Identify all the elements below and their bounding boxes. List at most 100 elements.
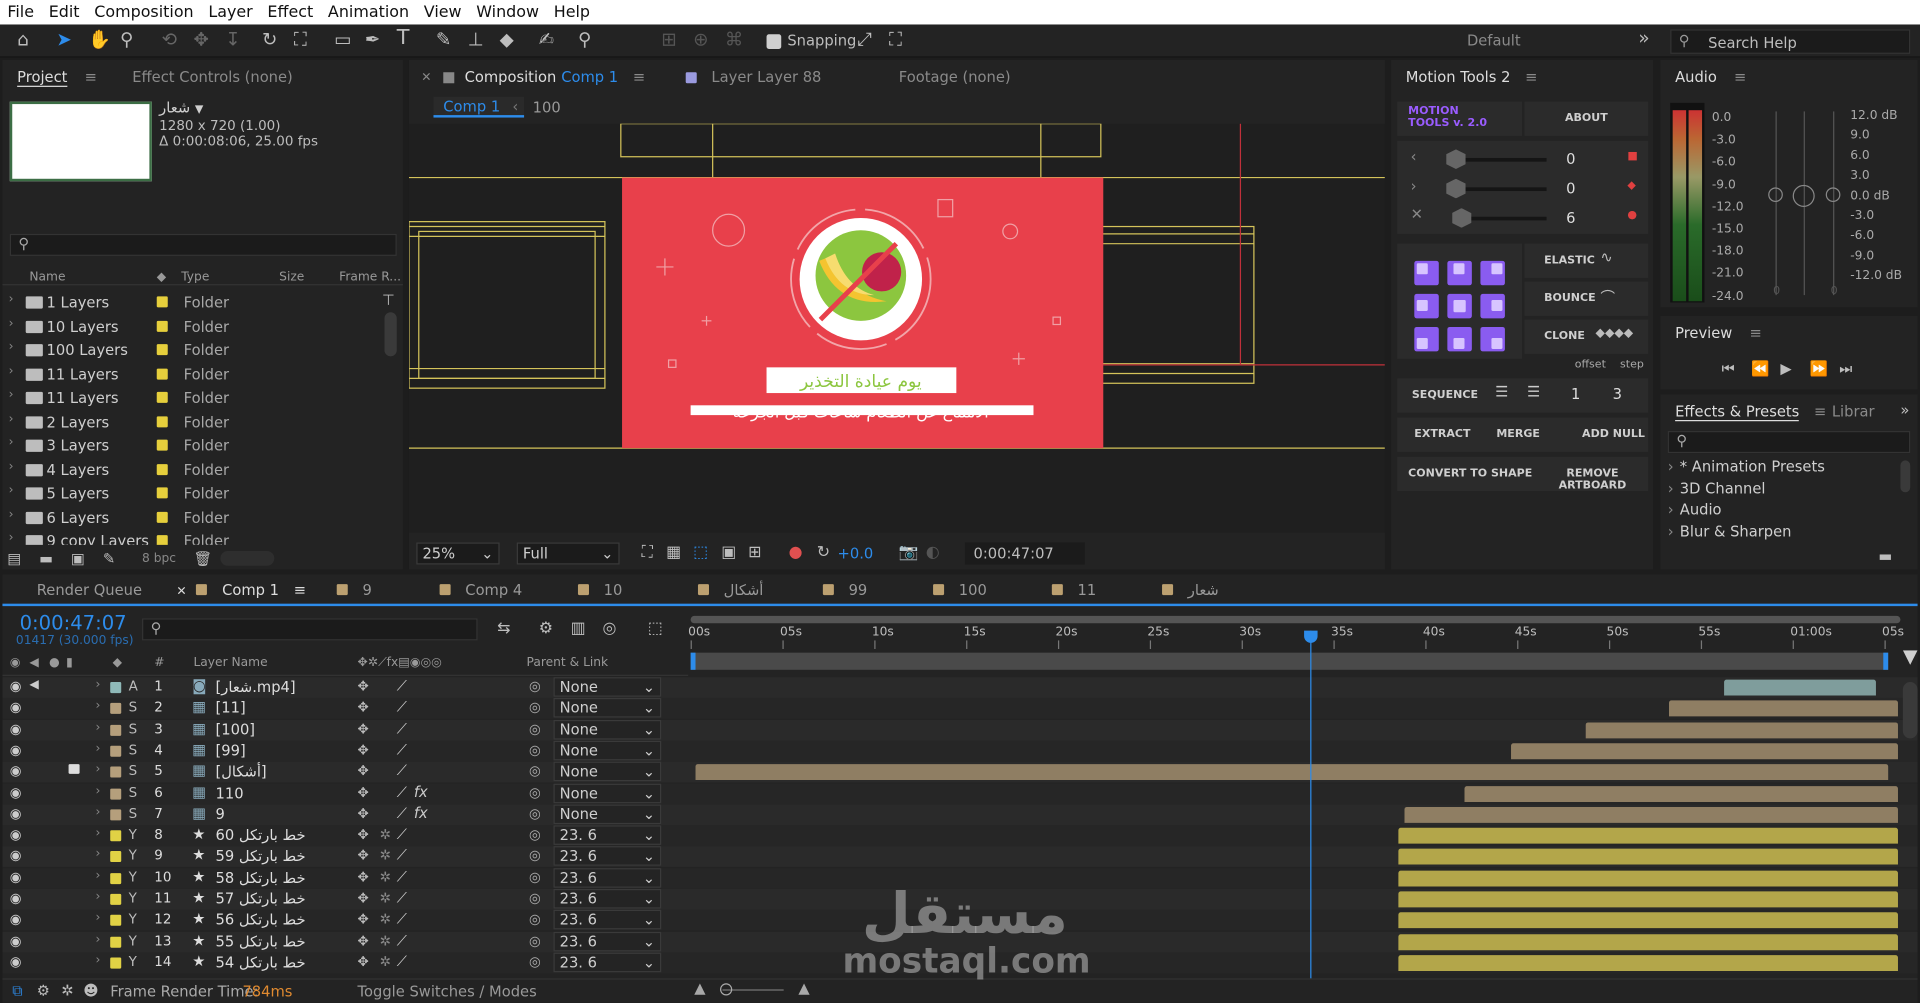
col-parent-link[interactable]: Parent & Link (527, 656, 609, 669)
collapse-switch-icon[interactable]: ✥ (358, 827, 369, 843)
ease-slider-knob[interactable] (1446, 149, 1466, 169)
anchor-point-button[interactable] (1414, 326, 1439, 352)
chevron-right-icon[interactable]: › (9, 508, 14, 521)
time-ruler[interactable]: 00s 05s 10s 15s 20s 25s 30s 35s 40s 45s 50s 55s 01:0… (688, 611, 1904, 684)
quality-switch-icon[interactable]: ✲ (380, 954, 391, 970)
snapshot-icon[interactable]: 📷 (899, 544, 919, 564)
ease-slider-knob[interactable] (1451, 208, 1472, 228)
viewer-timecode[interactable]: 0:00:47:07 (964, 542, 1085, 565)
quality-line-icon[interactable]: ⟋ (397, 741, 407, 759)
chevron-right-icon[interactable]: › (9, 340, 14, 353)
table-row[interactable]: ◉ ◀ › A 1 ◙ [شعار.mp4] ✥ ⟋ ◎ None ⌄ (2, 677, 1918, 698)
list-item[interactable]: › 5 Layers Folder (2, 481, 384, 505)
table-row[interactable]: ◉ › Y 9 ★ خط بارتكل 59 ✥ ✲ ⟋ ◎ 23. 6 ⌄ (2, 846, 1918, 868)
selection-tool-icon[interactable]: ➤ (56, 29, 71, 49)
chevron-right-icon[interactable]: › (9, 531, 14, 544)
chevron-right-icon[interactable]: › (96, 890, 101, 903)
lock-icon[interactable] (68, 764, 80, 775)
table-row[interactable]: ◉ › Y 14 ★ خط بارتكل 54 ✥ ✲ ⟋ ◎ 23. 6 ⌄ (2, 952, 1918, 974)
interpret-footage-icon[interactable]: ▤ (7, 549, 21, 569)
pickwhip-icon[interactable]: ◎ (529, 827, 541, 843)
zoom-in-icon[interactable]: ▲ (798, 980, 809, 997)
viewer-canvas[interactable]: يوم عيادة التخذير الامتناع عن الطعام ساع… (408, 123, 1385, 533)
table-row[interactable]: ◉ › S 7 ▦ 9 ✥ ⟋ fx ◎ None ⌄ (2, 804, 1918, 826)
render-time-icon[interactable]: ⧉ (12, 981, 23, 1001)
table-row[interactable]: ◉ › S 6 ▦ 110 ✥ ⟋ fx ◎ None ⌄ (2, 783, 1918, 804)
label-color[interactable] (156, 296, 168, 308)
transparency-grid-icon[interactable]: ▦ (666, 544, 681, 564)
draft-3d-icon[interactable]: ⚙ (539, 620, 553, 640)
tab-10[interactable]: 10 (577, 582, 622, 604)
layer-duration-bar[interactable] (1398, 912, 1898, 929)
snap-feature-icon[interactable]: ⛶ (889, 29, 902, 49)
list-item[interactable]: › 3 Layers Folder (2, 433, 384, 457)
orbit-camera-icon[interactable]: ⟲ (162, 29, 177, 49)
layer-duration-bar[interactable] (1398, 891, 1898, 908)
eye-icon[interactable]: ◉ (10, 848, 22, 864)
project-scrollbar[interactable] (384, 312, 397, 357)
parent-dropdown[interactable]: 23. 6 ⌄ (553, 825, 662, 846)
home-icon[interactable]: ⌂ (17, 29, 29, 49)
in-out-icon[interactable]: ☻ (83, 981, 98, 1001)
label-color[interactable] (110, 851, 122, 863)
panel-menu-icon[interactable]: ≡ (1749, 324, 1761, 341)
grid-guides-icon[interactable]: ⊞ (748, 544, 761, 564)
search-help-field[interactable]: ⚲ Search Help (1670, 29, 1911, 54)
list-item[interactable]: › 100 Layers Folder (2, 338, 384, 362)
quality-line-icon[interactable]: ⟋ (397, 677, 407, 695)
tab-render-queue[interactable]: Render Queue (37, 582, 142, 604)
extract-button[interactable]: EXTRACT (1414, 429, 1470, 441)
effects-category[interactable]: › Blur & Sharpen (1668, 522, 1792, 539)
dolly-camera-icon[interactable]: ↧ (225, 29, 240, 49)
table-row[interactable]: ◉ › Y 12 ★ خط بارتكل 56 ✥ ✲ ⟋ ◎ 23. 6 ⌄ (2, 910, 1918, 931)
fast-preview-icon[interactable]: ⛶ (642, 544, 653, 564)
sequence-button[interactable]: SEQUENCE (1412, 389, 1478, 401)
project-search-input[interactable]: ⚲ (9, 233, 397, 256)
anchor-point-button[interactable] (1480, 326, 1505, 352)
eye-icon[interactable]: ◉ (10, 890, 22, 906)
panel-menu-icon[interactable]: ≡ (1525, 69, 1537, 86)
eye-icon[interactable]: ◉ (10, 742, 22, 758)
table-row[interactable]: ◉ › S 5 ▦ [أشكال] ✥ ⟋ ◎ None ⌄ (2, 761, 1918, 783)
tab-layer[interactable]: Layer Layer 88 (685, 60, 821, 94)
trash-icon[interactable]: 🗑 (193, 549, 212, 569)
speaker-icon[interactable]: ◀ (29, 678, 38, 691)
quality-line-icon[interactable]: ⟋ (397, 720, 407, 738)
switches-icons[interactable]: ✥✲⟋fx▤◉◎◎ (358, 656, 442, 669)
panel-menu-icon[interactable]: ≡ (1734, 69, 1746, 86)
panel-menu-icon[interactable]: ≡ (85, 69, 97, 86)
label-color[interactable] (156, 487, 168, 499)
layer-duration-bar[interactable] (1404, 806, 1898, 823)
ease-slider-track[interactable] (1453, 187, 1547, 192)
new-preset-icon[interactable]: ▬ (1878, 546, 1892, 566)
layer-duration-bar[interactable] (1398, 870, 1898, 887)
collapse-switch-icon[interactable]: ✥ (358, 742, 369, 758)
label-color[interactable] (110, 915, 122, 927)
chevron-right-icon[interactable]: › (96, 933, 101, 946)
label-color[interactable] (110, 830, 122, 842)
layer-name[interactable]: خط بارتكل 56 (216, 911, 306, 928)
collapse-switch-icon[interactable]: ✥ (358, 954, 369, 970)
pickwhip-icon[interactable]: ◎ (529, 890, 541, 906)
lock-icon[interactable] (443, 71, 455, 83)
chevron-right-icon[interactable]: › (96, 700, 101, 713)
anchor-point-button[interactable] (1414, 293, 1439, 319)
layer-duration-bar[interactable] (1398, 933, 1898, 950)
tab-composition[interactable]: ✕ Composition Comp 1 ≡ (421, 60, 645, 94)
eraser-tool-icon[interactable]: ◆ (500, 29, 514, 49)
workspace-default[interactable]: Default (1467, 32, 1521, 49)
motion-blur-icon[interactable]: ◎ (602, 620, 616, 640)
next-frame-icon[interactable]: ⏩ (1810, 359, 1828, 379)
timeline-search-input[interactable]: ⚲ (142, 618, 478, 641)
exposure-value[interactable]: +0.0 (838, 545, 874, 562)
parent-dropdown[interactable]: None ⌄ (553, 761, 662, 782)
snapping-checkbox[interactable] (766, 34, 782, 49)
quality-switch-icon[interactable]: ✲ (380, 869, 391, 885)
layer-duration-bar[interactable] (1398, 827, 1898, 844)
parent-dropdown[interactable]: None ⌄ (553, 740, 662, 761)
menu-window[interactable]: Window (469, 3, 546, 21)
playhead[interactable] (1304, 630, 1318, 979)
eye-icon[interactable]: ◉ (10, 784, 22, 800)
label-color[interactable] (110, 936, 122, 948)
table-row[interactable]: ◉ › Y 13 ★ خط بارتكل 55 ✥ ✲ ⟋ ◎ 23. 6 ⌄ (2, 931, 1918, 953)
